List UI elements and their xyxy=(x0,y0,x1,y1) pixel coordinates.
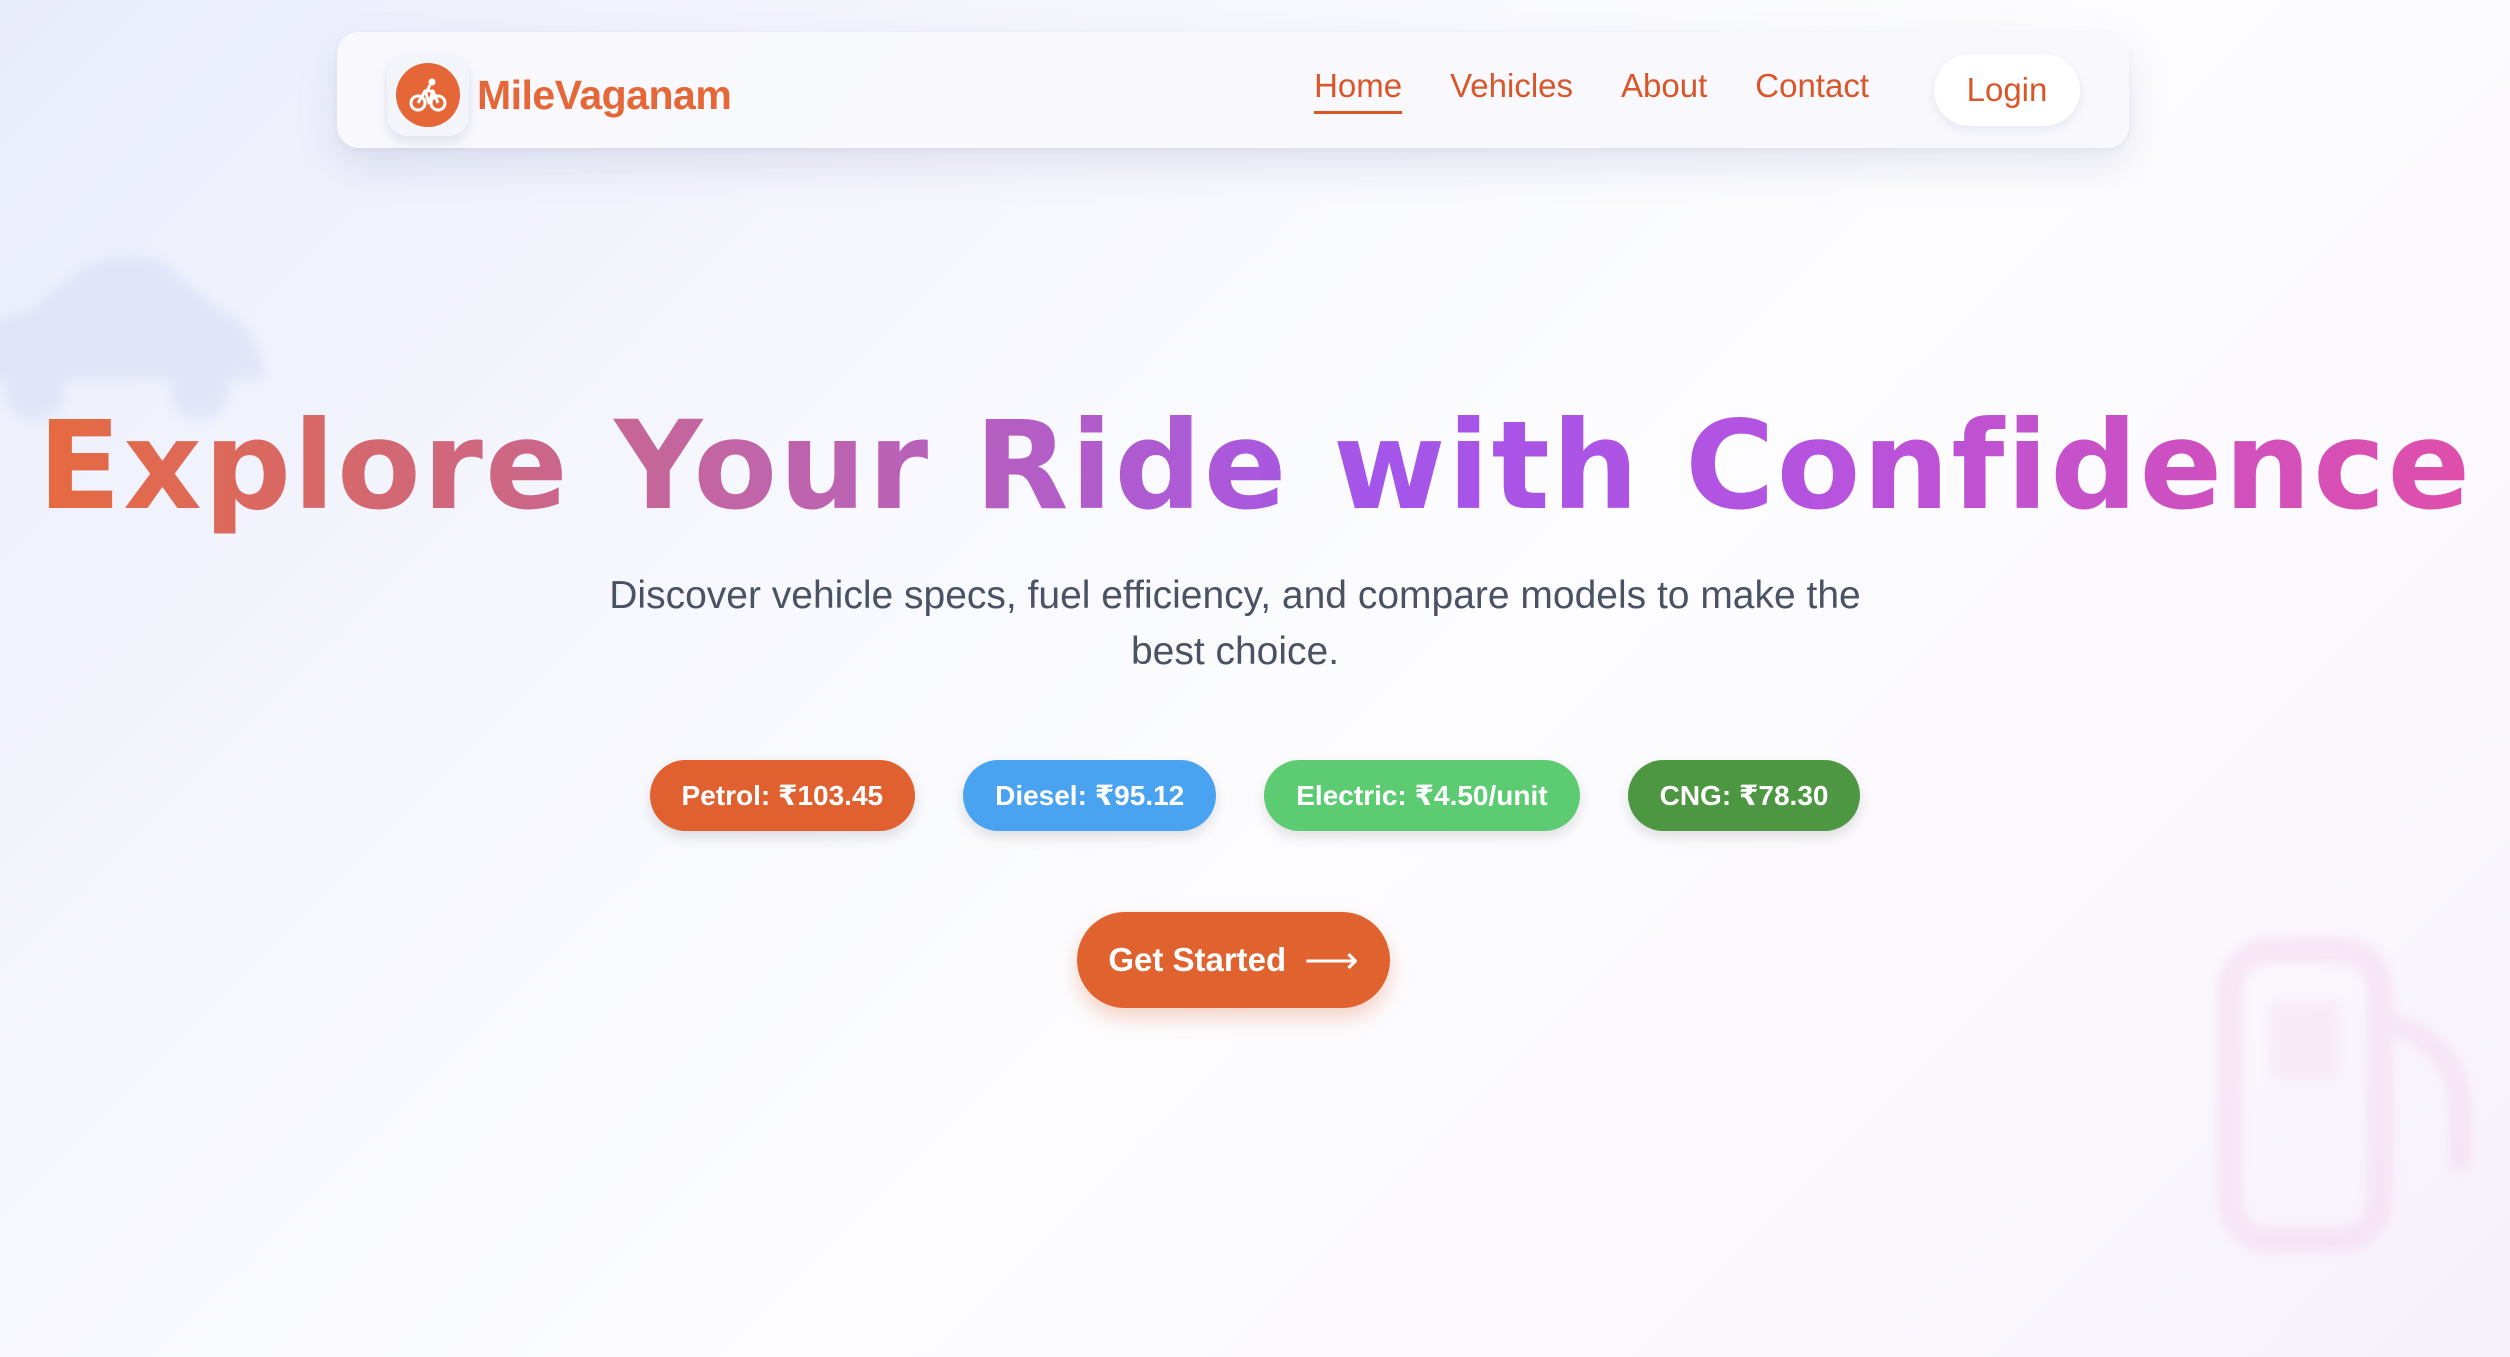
nav-link-contact[interactable]: Contact xyxy=(1755,67,1869,114)
arrow-right-icon: ⟶ xyxy=(1304,939,1359,982)
nav-link-about[interactable]: About xyxy=(1621,67,1707,114)
nav-link-home[interactable]: Home xyxy=(1314,67,1403,114)
login-button[interactable]: Login xyxy=(1934,54,2080,126)
electric-price-badge: Electric: ₹4.50/unit xyxy=(1264,760,1580,831)
hero-subtitle: Discover vehicle specs, fuel efficiency,… xyxy=(609,574,1861,673)
brand-logo-container xyxy=(387,54,469,136)
cng-price-badge: CNG: ₹78.30 xyxy=(1627,760,1861,831)
get-started-label: Get Started xyxy=(1108,941,1287,978)
get-started-button[interactable]: Get Started ⟶ xyxy=(1077,912,1390,1008)
hero-title: Explore Your Ride with Confidence xyxy=(0,395,2510,537)
fuel-pump-background-icon xyxy=(2217,937,2471,1253)
fuel-price-badges: Petrol: ₹103.45 Diesel: ₹95.12 Electric:… xyxy=(0,760,2510,831)
motorcycle-rider-icon xyxy=(396,63,460,127)
brand-name: MileVaganam xyxy=(477,71,732,118)
brand[interactable]: MileVaganam xyxy=(387,54,732,136)
navbar: MileVaganam Home Vehicles About Contact … xyxy=(337,32,2129,148)
petrol-price-badge: Petrol: ₹103.45 xyxy=(649,760,916,831)
nav-link-vehicles[interactable]: Vehicles xyxy=(1450,67,1573,114)
diesel-price-badge: Diesel: ₹95.12 xyxy=(963,760,1217,831)
nav-links: Home Vehicles About Contact xyxy=(1266,32,1869,148)
